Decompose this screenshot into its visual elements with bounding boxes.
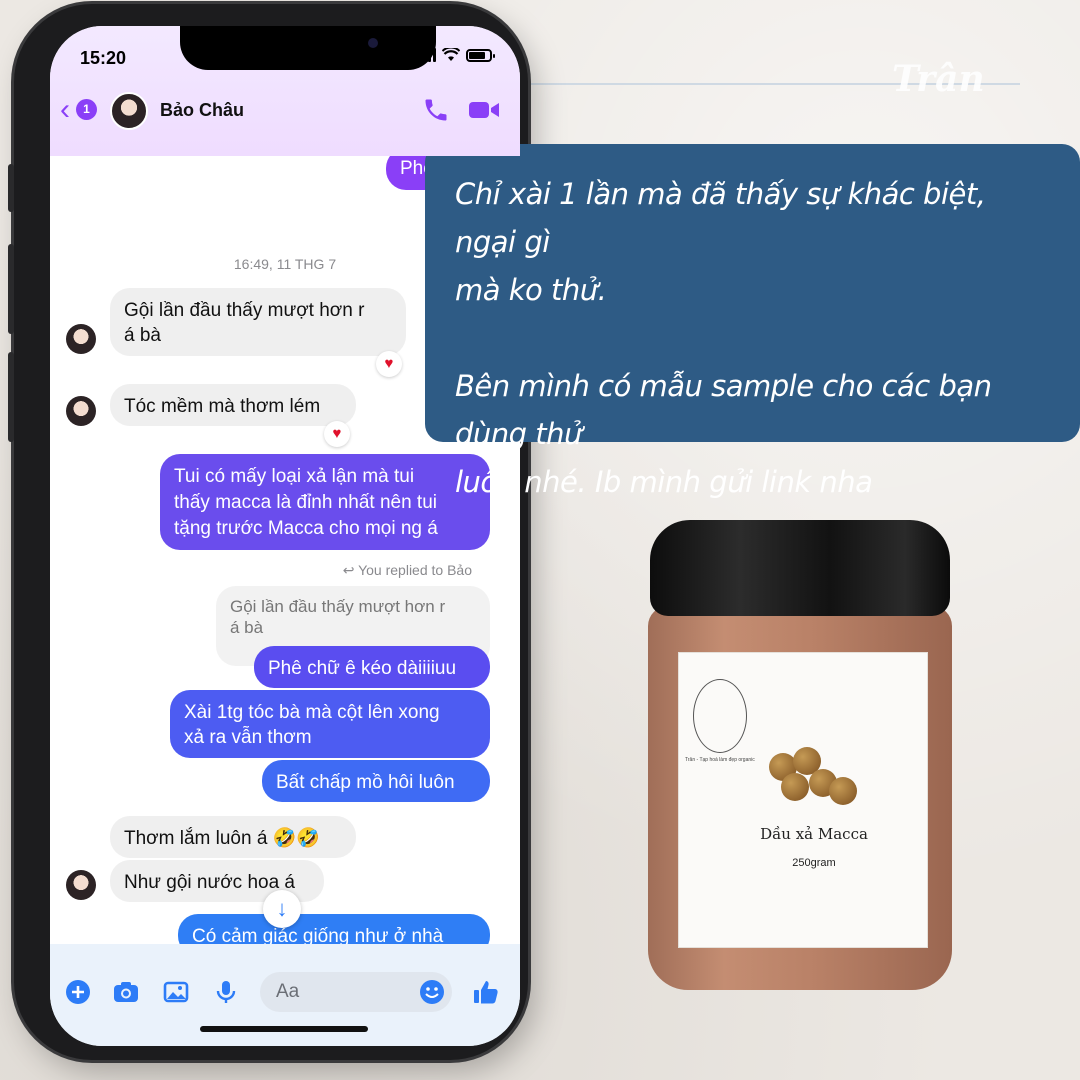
emoji-icon[interactable]	[418, 978, 446, 1006]
outgoing-message[interactable]: Phê chữ ê kéo dàiiiiuu	[254, 646, 490, 688]
unread-badge[interactable]: 1	[76, 99, 97, 120]
thumbs-up-icon[interactable]	[472, 978, 500, 1006]
camera-icon[interactable]	[112, 978, 140, 1006]
promo-quote-card: Chỉ xài 1 lần mà đã thấy sự khác biệt, n…	[425, 144, 1080, 499]
contact-avatar	[66, 870, 96, 900]
product-label: Trân - Tạp hoá làm đẹp organic Dầu xả Ma…	[678, 652, 928, 948]
avatar[interactable]	[110, 92, 148, 130]
incoming-message[interactable]: Gội lần đầu thấy mượt hơn r á bà	[110, 288, 406, 356]
brand-logo-text: Trân	[892, 58, 985, 100]
home-indicator	[200, 1026, 368, 1032]
product-jar-image: Trân - Tạp hoá làm đẹp organic Dầu xả Ma…	[640, 520, 960, 990]
gallery-icon[interactable]	[162, 978, 190, 1006]
outgoing-message[interactable]: Bất chấp mồ hôi luôn	[262, 760, 490, 802]
status-time: 15:20	[80, 48, 127, 68]
contact-avatar	[66, 324, 96, 354]
heart-reaction-icon[interactable]: ♥	[324, 421, 350, 447]
outgoing-message[interactable]: Xài 1tg tóc bà mà cột lên xong xả ra vẫn…	[170, 690, 490, 758]
wifi-icon	[442, 48, 460, 61]
jar-lid	[650, 520, 950, 616]
reply-label: You replied to Bảo	[358, 562, 472, 578]
volume-down-button	[8, 352, 14, 442]
mute-switch	[8, 164, 14, 212]
macadamia-nuts-image	[749, 743, 869, 813]
notch	[180, 26, 436, 70]
front-camera	[368, 38, 378, 48]
phone-call-icon[interactable]	[422, 96, 450, 124]
incoming-message[interactable]: Tóc mềm mà thơm lém	[110, 384, 356, 426]
plus-icon[interactable]	[64, 978, 92, 1006]
outgoing-message[interactable]: Tui có mấy loại xả lận mà tui thấy macca…	[160, 454, 490, 550]
scroll-to-bottom-button[interactable]: ↓	[263, 890, 301, 928]
product-name: Dầu xả Macca	[725, 823, 903, 845]
battery-icon	[466, 48, 495, 62]
contact-avatar	[66, 396, 96, 426]
reply-indicator: ↩ You replied to Bảo	[343, 562, 472, 579]
brand-logo-sketch	[693, 679, 747, 753]
product-weight: 250gram	[792, 857, 836, 869]
volume-up-button	[8, 244, 14, 334]
contact-name[interactable]: Bảo Châu	[160, 100, 244, 121]
video-call-icon[interactable]	[468, 98, 500, 122]
microphone-icon[interactable]	[212, 978, 240, 1006]
incoming-message[interactable]: Thơm lắm luôn á 🤣🤣	[110, 816, 356, 858]
heart-reaction-icon[interactable]: ♥	[376, 351, 402, 377]
reply-arrow-icon: ↩	[342, 562, 359, 578]
